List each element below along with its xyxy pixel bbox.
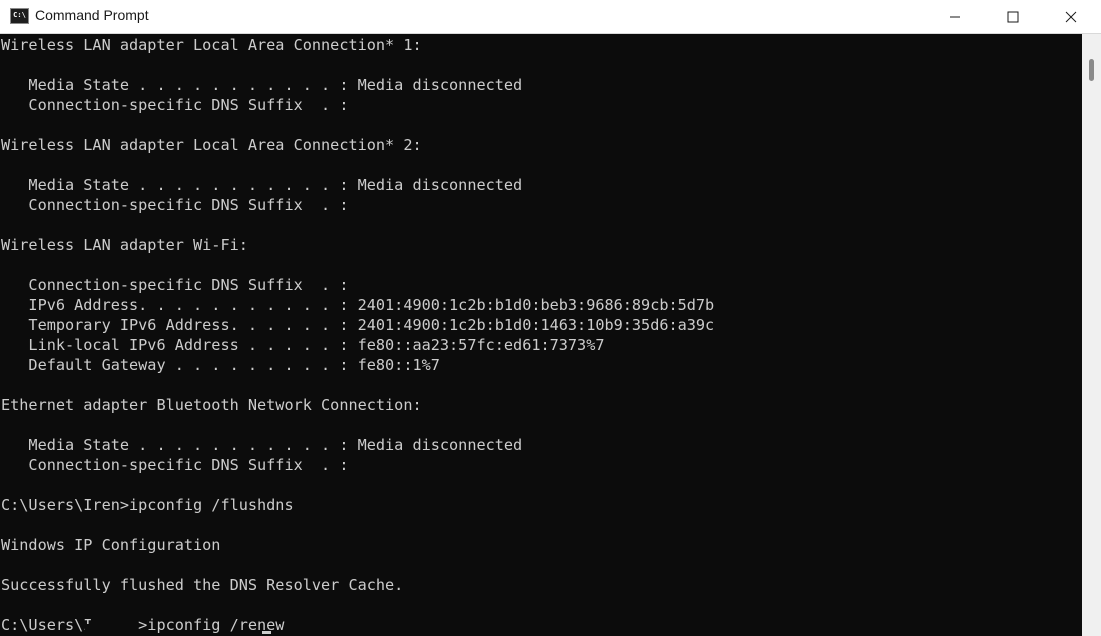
redacted-username bbox=[85, 624, 125, 636]
terminal-line: Wireless LAN adapter Wi-Fi: bbox=[1, 236, 248, 254]
terminal-line: Connection-specific DNS Suffix . : bbox=[1, 456, 349, 474]
minimize-button[interactable] bbox=[926, 0, 984, 33]
terminal-line: Default Gateway . . . . . . . . . : fe80… bbox=[1, 356, 440, 374]
title-bar[interactable]: C:\ Command Prompt bbox=[0, 0, 1101, 34]
terminal-line: Temporary IPv6 Address. . . . . . : 2401… bbox=[1, 316, 715, 334]
terminal-line: Successfully flushed the DNS Resolver Ca… bbox=[1, 576, 404, 594]
close-icon bbox=[1065, 11, 1077, 22]
maximize-icon bbox=[1007, 11, 1019, 22]
terminal-line: Windows IP Configuration bbox=[1, 536, 221, 554]
terminal-line: Wireless LAN adapter Local Area Connecti… bbox=[1, 36, 422, 54]
vertical-scrollbar[interactable] bbox=[1082, 34, 1101, 636]
terminal-output[interactable]: Wireless LAN adapter Local Area Connecti… bbox=[0, 34, 1082, 636]
terminal-line: Connection-specific DNS Suffix . : bbox=[1, 96, 349, 114]
terminal-line: Wireless LAN adapter Local Area Connecti… bbox=[1, 136, 422, 154]
terminal-line: C:\Users\Iren>ipconfig /flushdns bbox=[1, 496, 294, 514]
maximize-button[interactable] bbox=[984, 0, 1042, 33]
terminal-line: Connection-specific DNS Suffix . : bbox=[1, 276, 349, 294]
command-line: C:\Users\I >ipconfig /renew bbox=[1, 616, 285, 634]
minimize-icon bbox=[950, 16, 960, 17]
terminal-line: Media State . . . . . . . . . . . : Medi… bbox=[1, 436, 523, 454]
terminal-line: Connection-specific DNS Suffix . : bbox=[1, 196, 349, 214]
cmd-icon: C:\ bbox=[10, 8, 29, 24]
close-button[interactable] bbox=[1042, 0, 1100, 33]
text-cursor bbox=[262, 631, 271, 634]
terminal-line: Ethernet adapter Bluetooth Network Conne… bbox=[1, 396, 422, 414]
scroll-thumb[interactable] bbox=[1089, 59, 1094, 81]
terminal-line: IPv6 Address. . . . . . . . . . . : 2401… bbox=[1, 296, 715, 314]
terminal-line: Link-local IPv6 Address . . . . . : fe80… bbox=[1, 336, 605, 354]
terminal-line: Media State . . . . . . . . . . . : Medi… bbox=[1, 176, 523, 194]
window-title: Command Prompt bbox=[35, 7, 149, 23]
terminal-line: Media State . . . . . . . . . . . : Medi… bbox=[1, 76, 523, 94]
